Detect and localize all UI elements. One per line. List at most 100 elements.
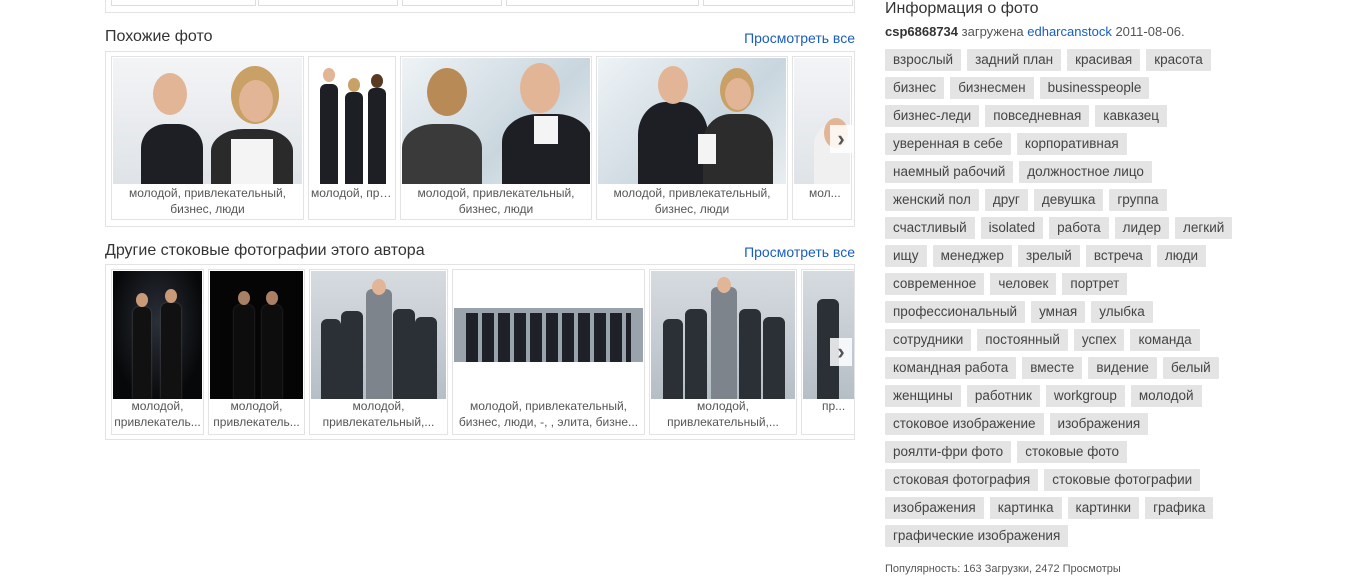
keyword-tag[interactable]: изображения — [1049, 413, 1149, 435]
keyword-tag[interactable]: работник — [966, 385, 1040, 407]
photo-caption: молодой, привлекательный,... — [322, 399, 435, 429]
previous-thumb[interactable] — [402, 0, 502, 6]
keyword-tag[interactable]: женский пол — [885, 189, 979, 211]
keyword-tag[interactable]: стоковые фотографии — [1044, 469, 1201, 491]
keyword-tag[interactable]: сотрудники — [885, 329, 972, 351]
keyword-tag[interactable]: картинка — [989, 497, 1062, 519]
keyword-tag[interactable]: бизнесмен — [950, 77, 1034, 99]
previous-thumb[interactable] — [506, 0, 699, 6]
author-photos-strip: молодой, привлекатель... молодой, привлека… — [105, 264, 855, 440]
keyword-tag[interactable]: взрослый — [885, 49, 962, 71]
keyword-tag[interactable]: кавказец — [1095, 105, 1168, 127]
similar-view-all-link[interactable]: Просмотреть все — [744, 30, 855, 46]
keyword-tag[interactable]: постоянный — [977, 329, 1068, 351]
photo-image — [113, 58, 302, 184]
author-photos-header: Другие стоковые фотографии этого автора … — [105, 242, 855, 264]
photo-caption: молодой, привлекательный, бизнес, люди — [128, 186, 286, 216]
author-photo-thumb[interactable]: молодой, привлекательный, бизнес, люди, -… — [452, 269, 645, 435]
author-photo-thumb[interactable]: молодой, привлекатель... — [208, 269, 305, 435]
keyword-tag[interactable]: стоковое изображение — [885, 413, 1044, 435]
keyword-tag[interactable]: друг — [984, 189, 1028, 211]
photo-caption: молодой, привлекатель... — [114, 399, 201, 429]
keyword-tag[interactable]: стоковые фото — [1017, 441, 1128, 463]
keyword-tag[interactable]: ищу — [885, 245, 927, 267]
similar-next-button[interactable]: › — [830, 125, 852, 153]
keyword-tag[interactable]: наемный рабочий — [885, 161, 1014, 183]
keyword-tag[interactable]: картинки — [1067, 497, 1140, 519]
photo-caption: молодой, привлекательный,... — [667, 399, 779, 429]
keyword-tag[interactable]: бизнес — [885, 77, 945, 99]
keyword-tag[interactable]: современное — [885, 273, 985, 295]
keyword-tag[interactable]: вместе — [1022, 357, 1083, 379]
photo-image — [454, 271, 643, 399]
keyword-tag[interactable]: задний план — [967, 49, 1062, 71]
previous-thumb[interactable] — [703, 0, 853, 6]
keyword-tag[interactable]: легкий — [1174, 217, 1233, 239]
keyword-tag[interactable]: уверенная в себе — [885, 133, 1011, 155]
keyword-tag[interactable]: команда — [1130, 329, 1200, 351]
photo-image — [402, 58, 590, 184]
keyword-tag[interactable]: профессиональный — [885, 301, 1026, 323]
keyword-tag[interactable]: графические изображения — [885, 525, 1069, 547]
keyword-tag[interactable]: женщины — [885, 385, 961, 407]
author-photo-thumb[interactable]: молодой, привлекательный,... — [309, 269, 448, 435]
keyword-tag[interactable]: бизнес-леди — [885, 105, 980, 127]
keyword-tag[interactable]: люди — [1156, 245, 1207, 267]
photo-caption: молодой, привлекательный, бизнес, люди, -… — [458, 399, 639, 429]
author-photo-thumb[interactable]: молодой, привлекательный,... — [649, 269, 797, 435]
photo-image — [210, 271, 303, 399]
keyword-tag[interactable]: счастливый — [885, 217, 975, 239]
keyword-tag[interactable]: isolated — [980, 217, 1044, 239]
similar-photo-thumb[interactable]: молодой, привлекательный, бизнес, люди — [111, 56, 304, 220]
photo-caption: молодой, привлекательный, бизнес, люди — [417, 186, 575, 216]
keyword-tag[interactable]: изображения — [885, 497, 984, 519]
similar-photos-strip: молодой, привлекательный, бизнес, люди м… — [105, 51, 855, 227]
photo-caption: молодой, привлекатель... — [213, 399, 300, 429]
keyword-tag[interactable]: стоковая фотография — [885, 469, 1039, 491]
keyword-tag[interactable]: красота — [1146, 49, 1211, 71]
author-photos-title: Другие стоковые фотографии этого автора — [105, 242, 425, 259]
keyword-tag[interactable]: молодой — [1130, 385, 1202, 407]
keyword-tag[interactable]: девушка — [1033, 189, 1104, 211]
photo-info-title: Информация о фото — [885, 0, 1039, 17]
previous-thumb[interactable] — [111, 0, 256, 6]
keyword-tag[interactable]: улыбка — [1091, 301, 1153, 323]
previous-section-strip — [105, 0, 855, 13]
keyword-tag[interactable]: умная — [1031, 301, 1086, 323]
keyword-tag[interactable]: командная работа — [885, 357, 1017, 379]
similar-photo-thumb[interactable]: молодой, привлекательный, бизнес, люди — [400, 56, 592, 220]
previous-thumb[interactable] — [258, 0, 398, 6]
keyword-tag[interactable]: портрет — [1062, 273, 1128, 295]
author-link[interactable]: edharcanstock — [1027, 24, 1112, 39]
similar-photo-thumb[interactable]: молодой, привлекательный, бизнес, люди — [596, 56, 788, 220]
keyword-tag[interactable]: встреча — [1085, 245, 1151, 267]
photo-image — [803, 271, 854, 399]
keyword-tag[interactable]: работа — [1049, 217, 1109, 239]
author-photo-thumb[interactable]: молодой, привлекатель... — [111, 269, 204, 435]
similar-photos-title: Похожие фото — [105, 28, 213, 45]
keyword-tag[interactable]: успех — [1073, 329, 1125, 351]
keyword-tag[interactable]: менеджер — [932, 245, 1012, 267]
photo-caption: мол... — [809, 186, 841, 200]
keyword-tag[interactable]: белый — [1162, 357, 1219, 379]
uploaded-text: загружена — [961, 24, 1024, 39]
keyword-tag[interactable]: видение — [1088, 357, 1157, 379]
keyword-tag[interactable]: лидер — [1114, 217, 1169, 239]
keyword-tag[interactable]: человек — [990, 273, 1057, 295]
keyword-tag[interactable]: корпоративная — [1016, 133, 1127, 155]
keyword-tag[interactable]: графика — [1145, 497, 1214, 519]
image-id: csp6868734 — [885, 24, 959, 39]
photo-caption: молодой, привлекател... — [311, 186, 393, 200]
keyword-tag[interactable]: повседневная — [985, 105, 1090, 127]
author-view-all-link[interactable]: Просмотреть все — [744, 244, 855, 260]
author-next-button[interactable]: › — [830, 338, 852, 366]
keyword-tag[interactable]: роялти-фри фото — [885, 441, 1012, 463]
similar-photo-thumb[interactable]: молодой, привлекател... — [308, 56, 396, 220]
keyword-tag[interactable]: зрелый — [1017, 245, 1080, 267]
keyword-tag[interactable]: красивая — [1067, 49, 1141, 71]
keyword-tags: взрослый задний план красивая красота бизнес… — [885, 49, 1240, 547]
keyword-tag[interactable]: группа — [1109, 189, 1167, 211]
keyword-tag[interactable]: workgroup — [1045, 385, 1125, 407]
keyword-tag[interactable]: должностное лицо — [1019, 161, 1152, 183]
keyword-tag[interactable]: businesspeople — [1039, 77, 1150, 99]
